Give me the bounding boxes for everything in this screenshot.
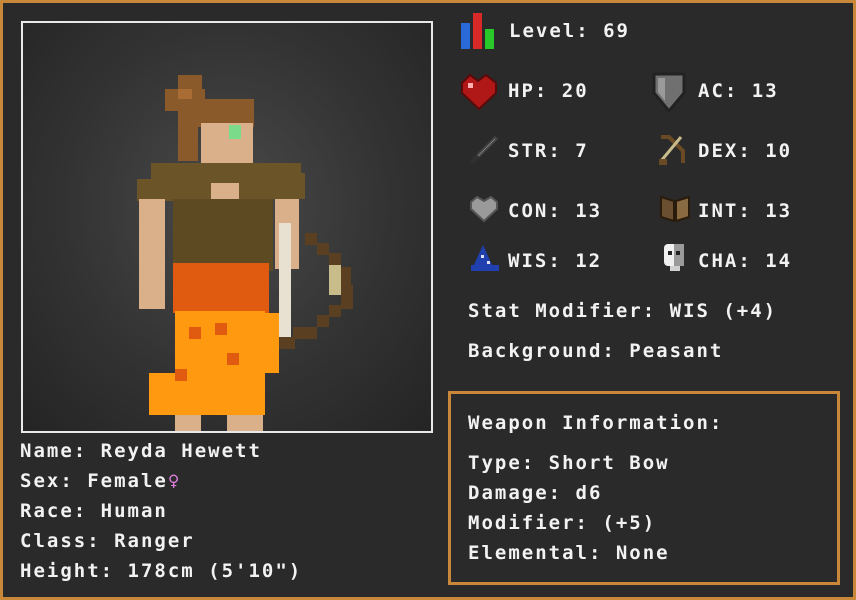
ranger-sprite (137, 75, 353, 431)
sex-row: Sex: Female♀ (20, 470, 181, 492)
character-portrait (21, 21, 433, 433)
hp-row: HP: 20 (508, 80, 589, 102)
race-label: Race: (20, 500, 88, 522)
level-bars-icon (461, 13, 494, 49)
wis-value: 12 (575, 250, 603, 272)
dex-row: DEX: 10 (698, 140, 792, 162)
class-row: Class: Ranger (20, 530, 195, 552)
character-sheet-frame: Name: Reyda Hewett Sex: Female♀ Race: Hu… (0, 0, 856, 600)
con-row: CON: 13 (508, 200, 602, 222)
con-value: 13 (575, 200, 603, 222)
str-label: STR: (508, 140, 562, 162)
stat-modifier-value: WIS (+4) (669, 300, 778, 322)
cha-label: CHA: (698, 250, 752, 272)
con-label: CON: (508, 200, 562, 222)
background-label: Background: (468, 340, 616, 362)
stat-modifier-row: Stat Modifier: WIS (+4) (468, 300, 777, 322)
name-row: Name: Reyda Hewett (20, 440, 262, 462)
wizard-hat-icon (471, 245, 499, 271)
height-row: Height: 178cm (5'10") (20, 560, 302, 582)
wis-label: WIS: (508, 250, 562, 272)
int-label: INT: (698, 200, 752, 222)
ac-value: 13 (751, 80, 779, 102)
level-label: Level: (509, 20, 590, 42)
sword-icon (469, 135, 499, 164)
int-row: INT: 13 (698, 200, 792, 222)
hp-label: HP: (508, 80, 549, 102)
mask-icon (664, 244, 684, 271)
weapon-damage-row: Damage: d6 (468, 482, 602, 504)
dex-value: 10 (765, 140, 793, 162)
book-icon (660, 195, 690, 223)
str-value: 7 (575, 140, 589, 162)
cha-row: CHA: 14 (698, 250, 792, 272)
level-row: Level: 69 (509, 20, 630, 42)
character-name: Reyda Hewett (100, 440, 262, 462)
bow-icon (659, 135, 685, 165)
weapon-info-panel: Weapon Information: Type: Short Bow Dama… (448, 391, 840, 585)
weapon-type-label: Type: (468, 452, 536, 474)
weapon-type-value: Short Bow (548, 452, 670, 474)
weapon-modifier-value: (+5) (602, 512, 657, 534)
gray-heart-icon (470, 195, 498, 223)
ac-row: AC: 13 (698, 80, 779, 102)
dex-label: DEX: (698, 140, 752, 162)
character-race: Human (100, 500, 168, 522)
hp-value: 20 (561, 80, 589, 102)
weapon-elemental-label: Elemental: (468, 542, 603, 564)
background-row: Background: Peasant (468, 340, 723, 362)
weapon-damage-value: d6 (575, 482, 603, 504)
weapon-title: Weapon Information: (468, 412, 724, 434)
name-label: Name: (20, 440, 88, 462)
weapon-elemental-row: Elemental: None (468, 542, 670, 564)
class-label: Class: (20, 530, 101, 552)
weapon-elemental-value: None (615, 542, 670, 564)
ac-label: AC: (698, 80, 739, 102)
character-class: Ranger (114, 530, 195, 552)
cha-value: 14 (765, 250, 793, 272)
str-row: STR: 7 (508, 140, 589, 162)
background-value: Peasant (629, 340, 724, 362)
level-value: 69 (603, 20, 630, 42)
wis-row: WIS: 12 (508, 250, 602, 272)
stat-modifier-label: Stat Modifier: (468, 300, 657, 322)
race-row: Race: Human (20, 500, 168, 522)
int-value: 13 (765, 200, 793, 222)
heart-icon (461, 73, 497, 111)
weapon-modifier-row: Modifier: (+5) (468, 512, 656, 534)
weapon-modifier-label: Modifier: (468, 512, 589, 534)
character-height: 178cm (5'10") (127, 560, 303, 582)
sex-label: Sex: (20, 470, 74, 492)
character-sex: Female (87, 470, 168, 492)
weapon-type-row: Type: Short Bow (468, 452, 670, 474)
height-label: Height: (20, 560, 115, 582)
female-symbol-icon: ♀ (167, 470, 182, 492)
shield-icon (652, 72, 686, 113)
weapon-damage-label: Damage: (468, 482, 563, 504)
